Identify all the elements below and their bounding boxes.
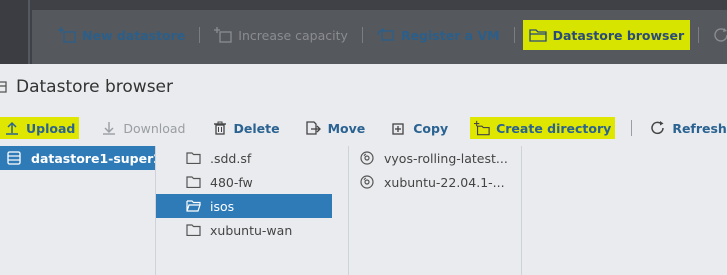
copy-button[interactable]: Copy bbox=[387, 117, 452, 139]
upload-label: Upload bbox=[26, 120, 76, 136]
folder-icon bbox=[185, 175, 201, 189]
datastore-browser-button[interactable]: Datastore browser bbox=[522, 20, 691, 50]
toolbar-divider bbox=[513, 27, 515, 43]
file-item[interactable]: vyos-rolling-latest... bbox=[349, 146, 521, 170]
browser-columns: datastore1-super20 .sdd.sf 480-fw bbox=[0, 146, 727, 275]
move-button[interactable]: Move bbox=[302, 117, 370, 139]
folder-label: 480-fw bbox=[210, 174, 253, 190]
new-datastore-label: New datastore bbox=[82, 27, 186, 43]
increase-capacity-label: Increase capacity bbox=[238, 27, 348, 43]
trash-icon bbox=[212, 120, 228, 136]
download-icon bbox=[101, 120, 117, 136]
register-vm-label: Register a VM bbox=[400, 27, 500, 43]
new-folder-icon bbox=[474, 120, 490, 136]
datastore-browser-icon bbox=[528, 27, 547, 43]
delete-button[interactable]: Delete bbox=[208, 117, 284, 139]
folder-label: isos bbox=[210, 198, 235, 214]
increase-capacity-icon bbox=[214, 27, 232, 43]
move-icon bbox=[305, 120, 322, 136]
folder-item[interactable]: .sdd.sf bbox=[156, 146, 332, 170]
refresh-button[interactable]: Re bbox=[707, 20, 727, 50]
upload-icon bbox=[4, 120, 20, 136]
toolbar-divider bbox=[631, 120, 633, 136]
folder-item[interactable]: xubuntu-wan bbox=[156, 218, 332, 242]
create-directory-button[interactable]: Create directory bbox=[470, 117, 616, 139]
download-button[interactable]: Download bbox=[97, 117, 189, 139]
create-directory-label: Create directory bbox=[496, 120, 612, 136]
toolbar-divider bbox=[199, 27, 201, 43]
datastore-label: datastore1-super20 bbox=[31, 150, 155, 166]
upload-button[interactable]: Upload bbox=[0, 117, 80, 139]
refresh-icon bbox=[650, 120, 666, 136]
folder-label: .sdd.sf bbox=[210, 150, 252, 166]
datastore-browser-label: Datastore browser bbox=[552, 27, 685, 43]
dialog-header: Datastore browser bbox=[0, 64, 727, 110]
refresh-button[interactable]: Refresh bbox=[646, 117, 727, 139]
copy-label: Copy bbox=[413, 120, 449, 136]
refresh-label: Refresh bbox=[672, 120, 727, 136]
folder-icon bbox=[185, 151, 201, 165]
folder-item[interactable]: 480-fw bbox=[156, 170, 332, 194]
new-datastore-icon bbox=[58, 27, 76, 43]
datastore-item[interactable]: datastore1-super20 bbox=[0, 146, 155, 170]
background-sidebar bbox=[0, 0, 30, 64]
toolbar-divider bbox=[361, 27, 363, 43]
folder-label: xubuntu-wan bbox=[210, 222, 293, 238]
register-vm-icon bbox=[377, 27, 395, 43]
detail-column bbox=[522, 146, 727, 275]
new-datastore-button[interactable]: New datastore bbox=[52, 20, 191, 50]
register-vm-button[interactable]: Register a VM bbox=[371, 20, 506, 50]
datastore-icon bbox=[6, 151, 22, 165]
datastore-browser-dialog: Datastore browser Upload Download Delete… bbox=[0, 64, 727, 275]
disc-icon bbox=[359, 175, 375, 189]
file-column: vyos-rolling-latest... xubuntu-22.04.1-.… bbox=[349, 146, 522, 275]
download-label: Download bbox=[123, 120, 186, 136]
background-toolbar: New datastore Increase capacity Register… bbox=[52, 20, 727, 50]
folder-item-selected[interactable]: isos bbox=[156, 194, 332, 218]
file-label: vyos-rolling-latest... bbox=[384, 150, 508, 166]
folder-icon bbox=[185, 223, 201, 237]
datastore-browser-icon bbox=[0, 81, 7, 93]
file-item[interactable]: xubuntu-22.04.1-... bbox=[349, 170, 521, 194]
disc-icon bbox=[359, 151, 375, 165]
dialog-toolbar: Upload Download Delete Move Copy Create … bbox=[0, 116, 727, 140]
move-label: Move bbox=[327, 120, 366, 136]
delete-label: Delete bbox=[233, 120, 280, 136]
datastore-column: datastore1-super20 bbox=[0, 146, 156, 275]
folder-open-icon bbox=[185, 199, 201, 213]
folder-column: .sdd.sf 480-fw isos xubuntu-wan bbox=[156, 146, 349, 275]
dialog-title: Datastore browser bbox=[16, 77, 174, 97]
file-label: xubuntu-22.04.1-... bbox=[384, 174, 505, 190]
copy-icon bbox=[391, 120, 407, 136]
increase-capacity-button[interactable]: Increase capacity bbox=[208, 20, 354, 50]
toolbar-divider bbox=[698, 27, 700, 43]
refresh-icon bbox=[713, 27, 727, 43]
